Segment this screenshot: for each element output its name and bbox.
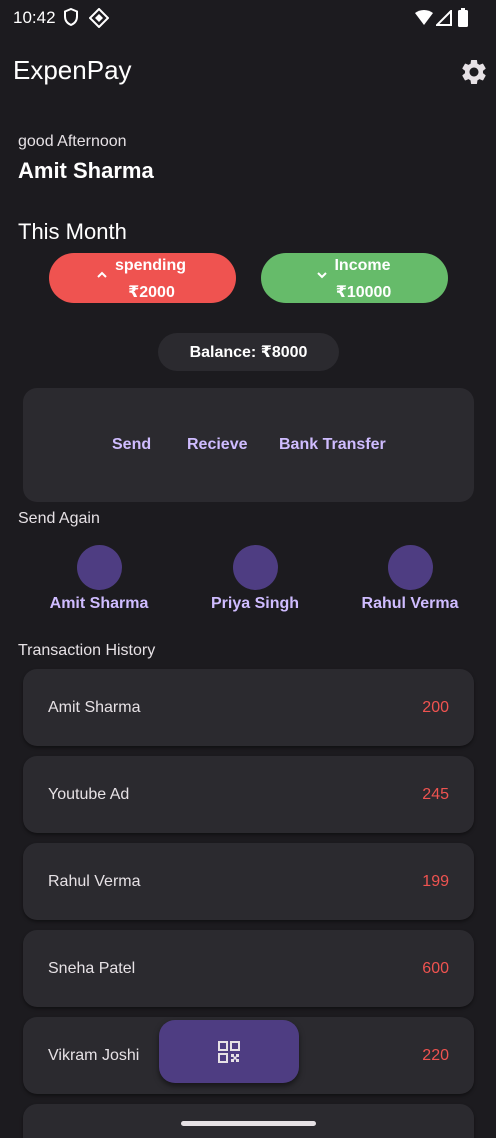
transaction-row[interactable]: Amit Sharma 200 (23, 669, 474, 746)
transaction-history-title: Transaction History (18, 642, 156, 659)
signal-icon (436, 10, 452, 26)
avatar (76, 545, 122, 590)
transaction-row[interactable]: Rahul Verma 199 (23, 843, 474, 920)
spending-button[interactable]: spending ₹2000 (49, 253, 236, 303)
transaction-name: Amit Sharma (48, 699, 141, 716)
receive-button[interactable]: Recieve (187, 436, 248, 454)
scan-qr-button[interactable] (159, 1020, 299, 1083)
contact-name: Rahul Verma (361, 595, 459, 612)
sim-icon (89, 8, 109, 28)
contact-item[interactable]: Amit Sharma (29, 545, 169, 613)
transaction-name: Vikram Joshi (48, 1047, 140, 1064)
home-screen: 10:42 ExpenPay good Afternoon Amit Sharm… (0, 0, 496, 1138)
income-amount: ₹10000 (335, 284, 392, 301)
transaction-amount: 200 (422, 699, 449, 716)
transaction-name: Youtube Ad (48, 786, 130, 803)
balance-chip: Balance: ₹8000 (158, 333, 339, 371)
transaction-amount: 600 (422, 960, 449, 977)
send-button[interactable]: Send (112, 436, 151, 454)
transaction-amount: 199 (422, 873, 449, 890)
transaction-row[interactable]: Sneha Patel 600 (23, 930, 474, 1007)
status-time: 10:42 (13, 8, 56, 27)
user-name: Amit Sharma (18, 158, 154, 183)
contact-name: Amit Sharma (49, 595, 149, 612)
transaction-amount: 220 (422, 1047, 449, 1064)
contact-item[interactable]: Rahul Verma (340, 545, 480, 613)
transaction-amount: 245 (422, 786, 449, 803)
app-title: ExpenPay (13, 55, 132, 85)
avatar (232, 545, 278, 590)
status-bar: 10:42 (0, 0, 496, 38)
spending-amount: ₹2000 (128, 284, 175, 301)
quick-actions-card: Send Recieve Bank Transfer (23, 388, 474, 502)
qr-code-icon (218, 1040, 240, 1063)
home-indicator[interactable] (181, 1121, 316, 1126)
income-button[interactable]: Income ₹10000 (261, 253, 448, 303)
transaction-row[interactable]: Youtube Ad 245 (23, 756, 474, 833)
bank-transfer-button[interactable]: Bank Transfer (279, 436, 386, 454)
income-label: Income (334, 257, 391, 274)
wifi-icon (415, 10, 433, 25)
avatar (387, 545, 433, 590)
contact-name: Priya Singh (210, 595, 300, 612)
shield-icon (64, 8, 78, 26)
contact-item[interactable]: Priya Singh (185, 545, 325, 613)
transaction-name: Sneha Patel (48, 960, 136, 977)
transaction-name: Rahul Verma (48, 873, 141, 890)
gear-icon[interactable] (459, 57, 489, 87)
period-title: This Month (18, 219, 127, 244)
battery-icon (458, 8, 468, 27)
spending-label: spending (114, 257, 187, 274)
greeting-text: good Afternoon (18, 133, 127, 150)
send-again-title: Send Again (18, 510, 100, 527)
